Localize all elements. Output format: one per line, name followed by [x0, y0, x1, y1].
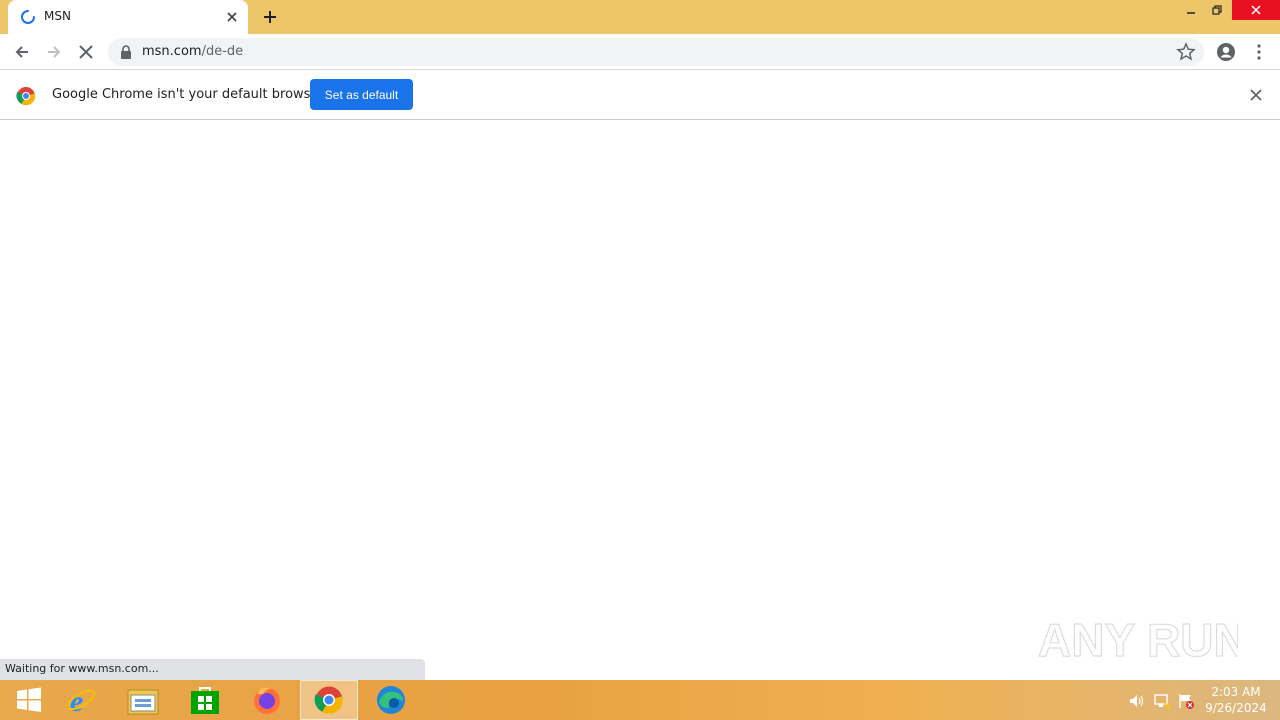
address-bar[interactable]: msn.com/de-de — [108, 38, 1204, 66]
firefox-icon — [254, 687, 280, 714]
folder-icon — [127, 689, 159, 715]
browser-toolbar: msn.com/de-de — [0, 34, 1280, 70]
taskbar-firefox[interactable] — [238, 680, 296, 720]
minimize-button[interactable] — [1178, 0, 1204, 20]
tab-msn[interactable]: MSN — [8, 0, 248, 34]
taskbar-store[interactable] — [176, 680, 234, 720]
window-close-button[interactable] — [1232, 0, 1280, 20]
tab-title: MSN — [44, 9, 71, 23]
close-icon — [1251, 5, 1261, 15]
close-icon — [1250, 89, 1262, 101]
windows-logo-icon — [17, 687, 41, 712]
windows-taskbar: e 2:03 AM 9/26/2024 — [0, 680, 1280, 720]
bookmark-star-icon[interactable] — [1176, 42, 1196, 62]
tab-close-icon[interactable] — [224, 9, 240, 25]
clock-time: 2:03 AM — [1211, 685, 1261, 699]
minimize-icon — [1187, 12, 1195, 14]
forward-button[interactable] — [42, 40, 66, 64]
anyrun-watermark: ANY RUN — [1038, 613, 1238, 666]
taskbar-file-explorer[interactable] — [114, 680, 172, 720]
svg-text:ANY RUN: ANY RUN — [1038, 614, 1238, 666]
set-as-default-button[interactable]: Set as default — [310, 79, 413, 110]
stop-loading-button[interactable] — [74, 40, 98, 64]
account-icon — [1217, 43, 1235, 61]
taskbar-internet-explorer[interactable]: e — [52, 680, 110, 720]
plus-icon — [264, 11, 276, 23]
profile-button[interactable] — [1214, 40, 1238, 64]
action-center-flag-icon[interactable] — [1177, 692, 1195, 710]
url-text: msn.com/de-de — [142, 44, 243, 59]
url-host: msn.com — [142, 44, 202, 59]
clock-date: 9/26/2024 — [1205, 701, 1267, 715]
volume-icon[interactable] — [1128, 692, 1146, 710]
menu-button[interactable] — [1247, 40, 1271, 64]
system-clock[interactable]: 2:03 AM 9/26/2024 — [1200, 684, 1272, 716]
loading-spinner-icon — [21, 10, 35, 24]
internet-explorer-icon: e — [66, 685, 96, 716]
network-icon[interactable] — [1153, 692, 1171, 710]
infobar-close-button[interactable] — [1246, 85, 1266, 105]
infobar-message: Google Chrome isn't your default browser — [52, 87, 324, 102]
store-bag-icon — [191, 687, 219, 714]
taskbar-edge[interactable] — [362, 680, 420, 720]
taskbar-chrome[interactable] — [300, 680, 358, 720]
lock-icon — [121, 45, 131, 59]
page-content — [0, 120, 1280, 680]
close-icon — [79, 45, 93, 59]
arrow-right-icon — [48, 46, 61, 58]
start-button[interactable] — [0, 680, 58, 720]
edge-icon — [377, 686, 405, 714]
chrome-logo-icon — [16, 87, 36, 106]
back-button[interactable] — [10, 40, 34, 64]
arrow-left-icon — [15, 46, 28, 58]
chrome-icon — [314, 686, 343, 714]
restore-button[interactable] — [1204, 0, 1230, 20]
kebab-menu-icon — [1257, 44, 1261, 60]
new-tab-button[interactable] — [258, 5, 282, 29]
default-browser-infobar: Google Chrome isn't your default browser… — [0, 70, 1280, 120]
restore-icon — [1212, 5, 1222, 15]
tab-strip: MSN — [0, 0, 1280, 34]
status-bubble: Waiting for www.msn.com... — [0, 659, 425, 680]
url-path: /de-de — [201, 44, 244, 59]
